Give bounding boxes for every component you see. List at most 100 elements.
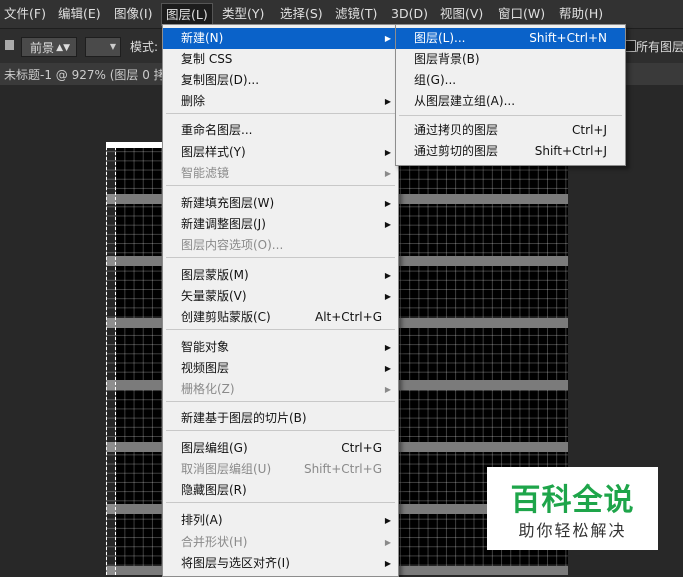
layer-menu-item[interactable]: 隐藏图层(R) <box>163 480 398 501</box>
layer-menu-item[interactable]: 排列(A) ▶ <box>163 510 398 531</box>
menu-item-label: 智能对象 <box>181 340 230 354</box>
menu-item-label: 合并形状(H) <box>181 535 248 549</box>
submenu-arrow-icon: ▶ <box>384 343 391 352</box>
fill-source-select[interactable]: 前景 ▲▼ <box>21 37 77 57</box>
menu-item-label: 从图层建立组(A)... <box>414 94 516 108</box>
layer-menu-item[interactable]: 新建基于图层的切片(B) <box>163 408 398 429</box>
menu-item-label: 智能滤镜 <box>181 166 230 180</box>
menu-item-label: 图层编组(G) <box>181 441 248 455</box>
submenu-arrow-icon: ▶ <box>384 169 391 178</box>
layer-menu-item[interactable]: 视频图层 ▶ <box>163 358 398 379</box>
layer-menu-item[interactable]: 复制 CSS <box>163 49 398 70</box>
document-title: 未标题-1 @ 927% (图层 0 拷 <box>4 68 166 82</box>
menu-item-label: 复制 CSS <box>181 52 233 66</box>
menu-item-label: 新建(N) <box>181 31 224 45</box>
pattern-picker[interactable]: ▼ <box>85 37 121 57</box>
menu-item-label: 通过剪切的图层 <box>414 144 499 158</box>
submenu-arrow-icon: ▶ <box>384 364 391 373</box>
menu-item-label: 通过拷贝的图层 <box>414 123 499 137</box>
menu-item-label: 新建填充图层(W) <box>181 196 275 210</box>
layer-menu-item[interactable]: 创建剪贴蒙版(C) Alt+Ctrl+G <box>163 307 398 328</box>
menu-separator <box>166 430 395 431</box>
menu-separator <box>166 401 395 402</box>
tool-preset-icon[interactable] <box>5 40 14 50</box>
menu-item-label: 组(G)... <box>414 73 457 87</box>
submenu-arrow-icon: ▶ <box>384 516 391 525</box>
menu-item-label: 新建调整图层(J) <box>181 217 266 231</box>
menu-item-label: 排列(A) <box>181 513 223 527</box>
menu-item-label: 图层样式(Y) <box>181 145 246 159</box>
layer-menu-item: 智能滤镜 ▶ <box>163 163 398 184</box>
fill-source-value: 前景 <box>30 41 55 55</box>
new-submenu-item[interactable]: 通过剪切的图层 Shift+Ctrl+J <box>396 141 625 162</box>
menu-item-label: 矢量蒙版(V) <box>181 289 247 303</box>
menu-item-label: 图层蒙版(M) <box>181 268 249 282</box>
new-submenu-item[interactable]: 图层背景(B) <box>396 49 625 70</box>
layer-menu-item[interactable]: 矢量蒙版(V) ▶ <box>163 286 398 307</box>
menu-item-label: 新建基于图层的切片(B) <box>181 411 307 425</box>
new-submenu-item[interactable]: 从图层建立组(A)... <box>396 91 625 112</box>
layer-menu-item[interactable]: 新建填充图层(W) ▶ <box>163 193 398 214</box>
layer-menu-item[interactable]: 新建调整图层(J) ▶ <box>163 214 398 235</box>
menu-item-label: 栅格化(Z) <box>181 382 235 396</box>
layer-menu-item[interactable]: 将图层与选区对齐(I) ▶ <box>163 553 398 574</box>
layer-menu-item: 栅格化(Z) ▶ <box>163 379 398 400</box>
menu-image[interactable]: 图像(I) <box>110 0 156 28</box>
menu-item-label: 视频图层 <box>181 361 230 375</box>
menu-item-shortcut: Shift+Ctrl+N <box>529 31 607 45</box>
menu-item-label: 创建剪贴蒙版(C) <box>181 310 271 324</box>
layer-menu-item[interactable]: 新建(N) ▶ <box>163 28 398 49</box>
chevron-down-icon: ▼ <box>109 42 116 51</box>
menu-item-label: 将图层与选区对齐(I) <box>181 556 290 570</box>
new-submenu-item[interactable]: 组(G)... <box>396 70 625 91</box>
new-submenu-item[interactable]: 图层(L)... Shift+Ctrl+N <box>396 28 625 49</box>
layer-menu-item[interactable]: 复制图层(D)... <box>163 70 398 91</box>
menu-separator <box>166 113 395 114</box>
menu-file[interactable]: 文件(F) <box>0 0 50 28</box>
menu-item-label: 复制图层(D)... <box>181 73 260 87</box>
menu-item-label: 取消图层编组(U) <box>181 462 272 476</box>
layer-menu-item[interactable]: 图层蒙版(M) ▶ <box>163 265 398 286</box>
menu-separator <box>166 329 395 330</box>
submenu-arrow-icon: ▶ <box>384 385 391 394</box>
layer-menu-item: 取消图层编组(U) Shift+Ctrl+G <box>163 459 398 480</box>
selection-marquee <box>106 142 116 575</box>
submenu-arrow-icon: ▶ <box>384 559 391 568</box>
menu-item-label: 图层(L)... <box>414 31 466 45</box>
layer-menu: 新建(N) ▶ 复制 CSS 复制图层(D)... 删除 ▶ 重命名图层... 图层样式(Y)… <box>162 24 399 577</box>
menu-item-shortcut: Shift+Ctrl+G <box>303 462 382 476</box>
layer-menu-item[interactable]: 图层样式(Y) ▶ <box>163 142 398 163</box>
menu-edit[interactable]: 编辑(E) <box>54 0 105 28</box>
layer-menu-item[interactable]: 重命名图层... <box>163 120 398 141</box>
menu-separator <box>166 502 395 503</box>
submenu-arrow-icon: ▶ <box>384 199 391 208</box>
submenu-arrow-icon: ▶ <box>384 271 391 280</box>
mode-label: 模式: <box>130 40 159 54</box>
menu-separator <box>399 115 622 116</box>
menu-item-shortcut: Alt+Ctrl+G <box>314 310 382 324</box>
menu-item-shortcut: Ctrl+G <box>341 441 382 455</box>
watermark-logo: 百科全说 助你轻松解决 <box>487 467 658 550</box>
menu-separator <box>166 257 395 258</box>
menu-layer[interactable]: 图层(L) <box>161 3 213 26</box>
submenu-arrow-icon: ▶ <box>384 538 391 547</box>
layer-menu-item[interactable]: 图层编组(G) Ctrl+G <box>163 438 398 459</box>
new-submenu-item[interactable]: 通过拷贝的图层 Ctrl+J <box>396 120 625 141</box>
menu-item-label: 隐藏图层(R) <box>181 483 247 497</box>
watermark-title: 百科全说 <box>510 483 635 518</box>
layer-menu-item[interactable]: 删除 ▶ <box>163 91 398 112</box>
submenu-arrow-icon: ▶ <box>384 148 391 157</box>
layer-menu-item[interactable]: 智能对象 ▶ <box>163 337 398 358</box>
watermark-subtitle: 助你轻松解决 <box>518 521 627 540</box>
layer-menu-item: 合并形状(H) ▶ <box>163 532 398 553</box>
menu-separator <box>166 185 395 186</box>
layer-menu-item: 图层内容选项(O)... <box>163 235 398 256</box>
submenu-arrow-icon: ▶ <box>384 292 391 301</box>
submenu-arrow-icon: ▶ <box>384 97 391 106</box>
all-layers-label: 所有图层 <box>636 40 683 54</box>
menu-item-label: 重命名图层... <box>181 123 253 137</box>
menu-item-label: 图层内容选项(O)... <box>181 238 284 252</box>
new-submenu: 图层(L)... Shift+Ctrl+N 图层背景(B) 组(G)... 从图层建立组… <box>395 24 626 166</box>
menu-item-label: 删除 <box>181 94 206 108</box>
menu-item-shortcut: Shift+Ctrl+J <box>534 144 607 158</box>
